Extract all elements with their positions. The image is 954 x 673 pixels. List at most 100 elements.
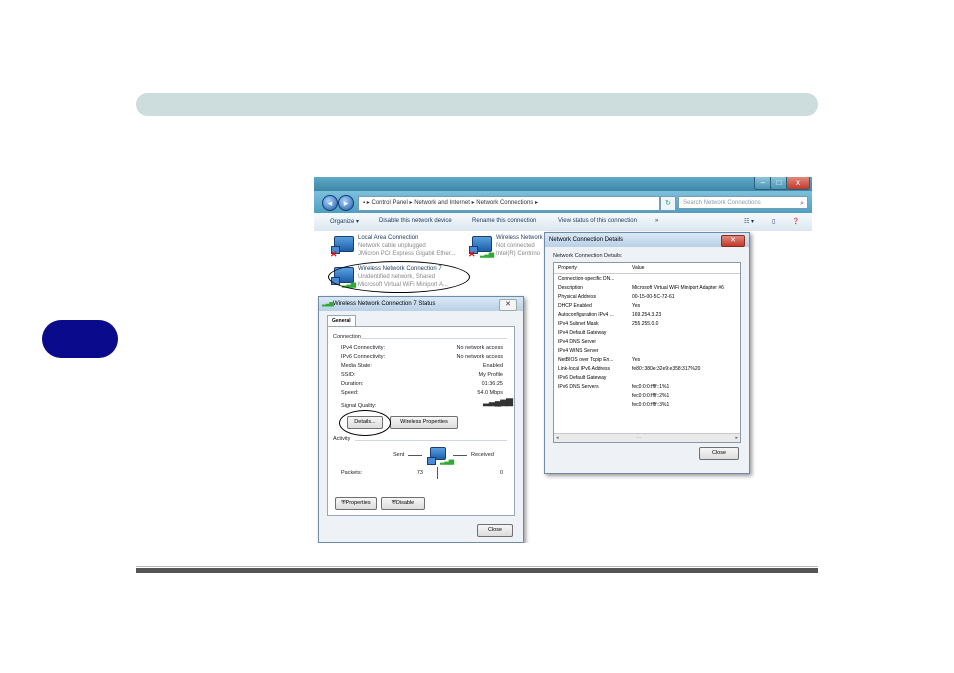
- highlight-oval: [328, 261, 470, 293]
- scroll-right-icon[interactable]: ▸: [735, 434, 738, 442]
- table-row: fec0:0:0:ffff::2%1: [554, 392, 740, 401]
- table-row: IPv6 DNS Servers fec0:0:0:ffff::1%1: [554, 383, 740, 392]
- wireless-properties-button[interactable]: Wireless Properties: [390, 416, 458, 429]
- close-icon[interactable]: ✕: [499, 299, 517, 311]
- preview-pane-icon[interactable]: ▯: [772, 218, 775, 225]
- footer-rule: [136, 566, 818, 573]
- search-placeholder: Search Network Connections: [683, 200, 761, 206]
- scroll-left-icon[interactable]: ◂: [556, 434, 559, 442]
- close-button[interactable]: Close: [699, 447, 739, 460]
- table-row: fec0:0:0:ffff::3%1: [554, 401, 740, 410]
- details-dialog: Network Connection Details ✕ Network Con…: [544, 232, 750, 474]
- speed-label: Speed:: [341, 390, 359, 396]
- divider: [355, 440, 507, 441]
- details-dialog-title: Network Connection Details: [545, 233, 749, 247]
- property-cell: IPv6 DNS Servers: [558, 384, 599, 390]
- duration-label: Duration:: [341, 381, 364, 387]
- search-icon: ⌕: [800, 200, 804, 207]
- forward-button[interactable]: ▸: [338, 195, 354, 211]
- table-row: Autoconfiguration IPv4 ... 169.254.3.23: [554, 311, 740, 320]
- value-cell: Microsoft Virtual WiFi Miniport Adapter …: [632, 285, 724, 291]
- duration-value: 01:36:25: [481, 381, 503, 387]
- horizontal-scrollbar[interactable]: ◂ ⋯ ▸: [554, 433, 740, 442]
- value-cell: 169.254.3.23: [632, 312, 662, 318]
- explorer-titlebar: [314, 177, 812, 191]
- connection-status: Network cable unplugged: [358, 243, 426, 249]
- property-cell: Autoconfiguration IPv4 ...: [558, 312, 614, 318]
- properties-button[interactable]: ⛨Properties: [335, 497, 377, 510]
- packets-sent-value: 73: [416, 470, 423, 476]
- help-icon[interactable]: ❓: [792, 218, 799, 225]
- rename-connection-command[interactable]: Rename this connection: [472, 218, 536, 224]
- close-icon[interactable]: ✕: [721, 235, 745, 247]
- value-cell: fec0:0:0:ffff::3%1: [632, 402, 670, 408]
- grid-header: Property Value: [554, 264, 740, 274]
- search-input[interactable]: Search Network Connections ⌕: [678, 196, 808, 209]
- ipv4-connectivity-label: IPv4 Connectivity:: [341, 345, 386, 351]
- scroll-thumb[interactable]: ⋯: [636, 434, 641, 442]
- view-status-command[interactable]: View status of this connection: [558, 218, 637, 224]
- property-cell: IPv4 WINS Server: [558, 348, 599, 354]
- disconnected-icon: ✕: [468, 249, 476, 259]
- signal-bars-icon: ▂▃▅: [480, 251, 494, 258]
- breadcrumb-control-panel[interactable]: Control Panel: [371, 200, 407, 206]
- address-bar[interactable]: ▪ ▸ Control Panel ▸ Network and Internet…: [358, 196, 660, 211]
- value-column-header: Value: [632, 265, 645, 271]
- value-cell: 00-15-00-5C-72-61: [632, 294, 675, 300]
- folder-icon: ▪ ▸: [363, 200, 370, 206]
- value-cell: Yes: [632, 303, 641, 309]
- table-row: IPv6 Default Gateway: [554, 374, 740, 383]
- back-button[interactable]: ◂: [322, 195, 338, 211]
- property-cell: Description: [558, 285, 584, 291]
- connection-item[interactable]: Wireless Network Not connected Intel(R) …: [496, 234, 543, 258]
- status-dialog: Wireless Network Connection 7 Status ▂▃▅…: [318, 296, 524, 543]
- connection-name: Wireless Network: [496, 235, 543, 241]
- sent-label: Sent: [393, 452, 405, 458]
- value-cell: fec0:0:0:ffff::2%1: [632, 393, 670, 399]
- table-row: Description Microsoft Virtual WiFi Minipo…: [554, 284, 740, 293]
- connection-heading: Connection: [333, 334, 361, 340]
- activity-divider: [437, 467, 438, 479]
- details-heading: Network Connection Details:: [553, 253, 623, 259]
- ipv6-connectivity-value: No network access: [456, 354, 503, 360]
- close-window-button[interactable]: x: [786, 177, 810, 190]
- breadcrumb-network-internet[interactable]: Network and Internet: [414, 200, 470, 206]
- property-cell: IPv4 Subnet Mask: [558, 321, 599, 327]
- properties-label: Properties: [345, 500, 371, 506]
- table-row: NetBIOS over Tcpip En... Yes: [554, 356, 740, 365]
- details-grid[interactable]: Property Value Connection-specific DN...…: [553, 262, 741, 443]
- disable-button[interactable]: ⛨Disable: [381, 497, 425, 510]
- table-row: IPv4 Default Gateway: [554, 329, 740, 338]
- table-row: Link-local IPv6 Address fe80::380e:32e9:e…: [554, 365, 740, 374]
- highlight-oval: [339, 410, 391, 436]
- ipv6-connectivity-label: IPv6 Connectivity:: [341, 354, 386, 360]
- close-button[interactable]: Close: [477, 524, 513, 537]
- value-cell: fe80::380e:32e9:e358:317%20: [632, 366, 701, 372]
- more-commands[interactable]: »: [655, 218, 658, 224]
- property-cell: NetBIOS over Tcpip En...: [558, 357, 614, 363]
- property-cell: IPv4 Default Gateway: [558, 330, 607, 336]
- received-line: [453, 455, 467, 456]
- signal-bars-icon: ▂▃▅: [440, 458, 454, 465]
- breadcrumb-network-connections[interactable]: Network Connections: [476, 200, 533, 206]
- property-cell: DHCP Enabled: [558, 303, 592, 309]
- property-column-header: Property: [558, 265, 577, 271]
- packets-label: Packets:: [341, 470, 363, 476]
- media-state-label: Media State:: [341, 363, 372, 369]
- sent-line: [408, 455, 422, 456]
- disable-label: Disable: [395, 500, 415, 506]
- disable-device-command[interactable]: Disable this network device: [379, 218, 452, 224]
- screenshot: – □ x ◂ ▸ ▪ ▸ Control Panel ▸ Network an…: [314, 177, 812, 543]
- ipv4-connectivity-value: No network access: [456, 345, 503, 351]
- value-cell: Yes: [632, 357, 641, 363]
- value-cell: 255.255.0.0: [632, 321, 659, 327]
- chapter-tab: [42, 320, 118, 358]
- refresh-icon[interactable]: ↻: [660, 196, 676, 211]
- organize-menu[interactable]: Organize ▾: [330, 218, 359, 225]
- signal-quality-label: Signal Quality:: [341, 403, 377, 409]
- packets-received-value: 0: [499, 470, 503, 476]
- activity-heading: Activity: [333, 436, 351, 442]
- property-cell: IPv4 DNS Server: [558, 339, 597, 345]
- view-options-icon[interactable]: ☷ ▾: [744, 218, 754, 225]
- connection-item[interactable]: Local Area Connection Network cable unpl…: [358, 234, 455, 258]
